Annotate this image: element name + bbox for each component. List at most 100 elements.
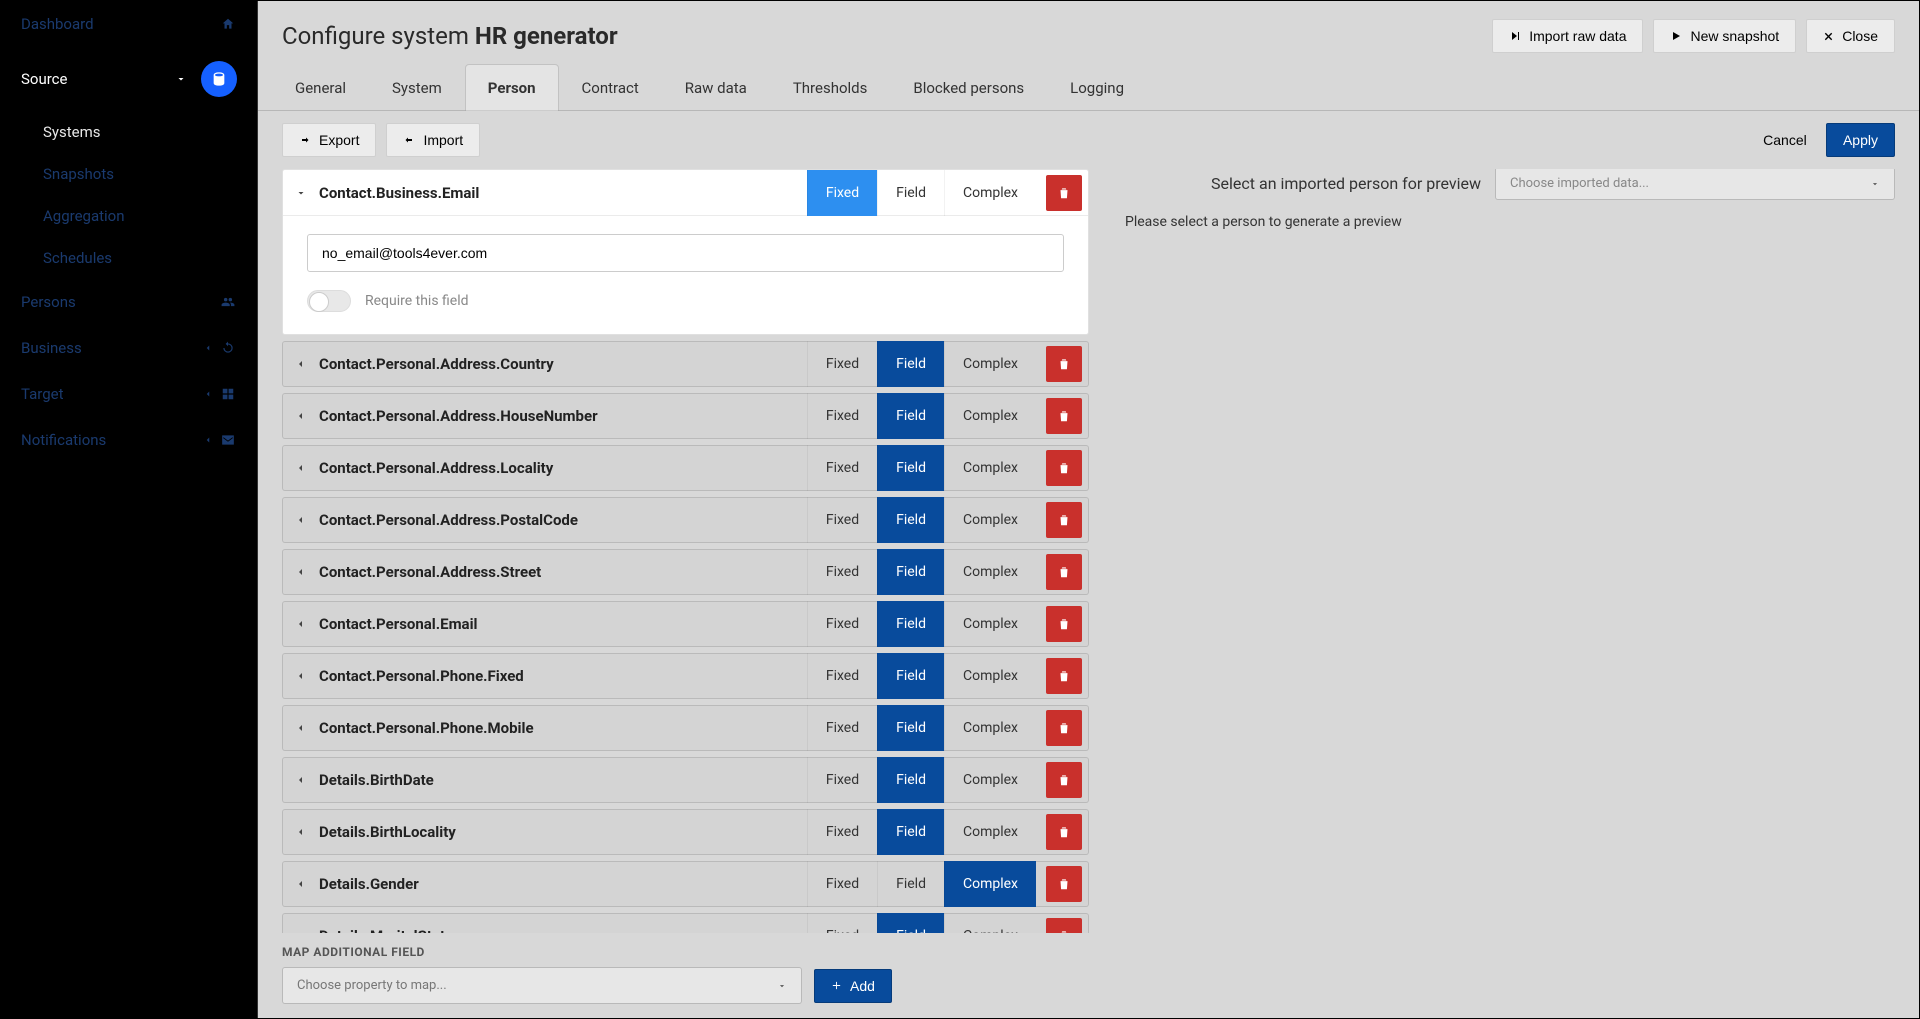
field-row-header[interactable]: Contact.Personal.Address.Locality	[283, 459, 807, 477]
delete-field-button[interactable]	[1046, 554, 1082, 590]
type-field-button[interactable]: Field	[877, 705, 944, 751]
type-complex-button[interactable]: Complex	[944, 549, 1036, 595]
type-complex-button[interactable]: Complex	[944, 913, 1036, 933]
tab-blocked-persons[interactable]: Blocked persons	[890, 64, 1047, 111]
type-field-button[interactable]: Field	[877, 913, 944, 933]
subnav-snapshots[interactable]: Snapshots	[43, 153, 257, 195]
type-complex-button[interactable]: Complex	[944, 497, 1036, 543]
field-row-header[interactable]: Contact.Personal.Address.HouseNumber	[283, 407, 807, 425]
delete-field-button[interactable]	[1046, 658, 1082, 694]
type-fixed-button[interactable]: Fixed	[807, 445, 877, 491]
type-field-button[interactable]: Field	[877, 393, 944, 439]
type-complex-button[interactable]: Complex	[944, 601, 1036, 647]
type-fixed-button[interactable]: Fixed	[807, 705, 877, 751]
type-field-button[interactable]: Field	[877, 653, 944, 699]
delete-field-button[interactable]	[1046, 710, 1082, 746]
import-icon	[403, 134, 415, 146]
tab-person[interactable]: Person	[465, 64, 559, 111]
import-button[interactable]: Import	[386, 123, 480, 157]
nav-business[interactable]: Business	[1, 325, 257, 371]
field-row-header[interactable]: Details.BirthDate	[283, 771, 807, 789]
type-fixed-button[interactable]: Fixed	[807, 653, 877, 699]
add-field-button[interactable]: Add	[814, 969, 892, 1003]
type-field-button[interactable]: Field	[877, 861, 944, 907]
fixed-value-input[interactable]	[307, 234, 1064, 272]
nav-source[interactable]: Source	[1, 47, 257, 111]
nav-dashboard[interactable]: Dashboard	[1, 1, 257, 47]
delete-field-button[interactable]	[1046, 450, 1082, 486]
nav-notifications[interactable]: Notifications	[1, 417, 257, 463]
delete-field-button[interactable]	[1046, 762, 1082, 798]
chevron-down-icon	[295, 187, 309, 199]
tab-contract[interactable]: Contract	[559, 64, 662, 111]
field-row-header[interactable]: Details.Gender	[283, 875, 807, 893]
field-row-header[interactable]: Contact.Personal.Phone.Mobile	[283, 719, 807, 737]
field-name: Details.BirthDate	[319, 771, 434, 789]
type-complex-button[interactable]: Complex	[944, 653, 1036, 699]
field-list[interactable]: Contact.Business.Email Fixed Field Compl…	[282, 169, 1097, 933]
export-button[interactable]: Export	[282, 123, 376, 157]
type-field-button[interactable]: Field	[877, 601, 944, 647]
field-row-header[interactable]: Contact.Personal.Address.Street	[283, 563, 807, 581]
type-fixed-button[interactable]: Fixed	[807, 809, 877, 855]
map-property-select[interactable]: Choose property to map...	[282, 967, 802, 1004]
subnav-schedules[interactable]: Schedules	[43, 237, 257, 279]
type-fixed-button[interactable]: Fixed	[807, 861, 877, 907]
type-field-button[interactable]: Field	[877, 757, 944, 803]
preview-person-select[interactable]: Choose imported data...	[1495, 169, 1895, 200]
apply-button[interactable]: Apply	[1826, 123, 1895, 157]
tab-general[interactable]: General	[272, 64, 369, 111]
subnav-systems[interactable]: Systems	[43, 111, 257, 153]
type-complex-button[interactable]: Complex	[944, 861, 1036, 907]
type-complex-button[interactable]: Complex	[944, 393, 1036, 439]
field-row-header[interactable]: Contact.Personal.Email	[283, 615, 807, 633]
tab-raw-data[interactable]: Raw data	[662, 64, 770, 111]
nav-persons[interactable]: Persons	[1, 279, 257, 325]
close-button[interactable]: Close	[1806, 19, 1895, 53]
type-fixed-button[interactable]: Fixed	[807, 341, 877, 387]
import-raw-button[interactable]: Import raw data	[1492, 19, 1643, 53]
type-fixed-button[interactable]: Fixed	[807, 549, 877, 595]
type-field-button[interactable]: Field	[877, 549, 944, 595]
delete-field-button[interactable]	[1046, 866, 1082, 902]
type-fixed-button[interactable]: Fixed	[807, 170, 877, 216]
field-row-header[interactable]: Contact.Personal.Address.Country	[283, 355, 807, 373]
delete-field-button[interactable]	[1046, 346, 1082, 382]
delete-field-button[interactable]	[1046, 398, 1082, 434]
tab-logging[interactable]: Logging	[1047, 64, 1147, 111]
type-fixed-button[interactable]: Fixed	[807, 393, 877, 439]
field-row-header[interactable]: Contact.Personal.Phone.Fixed	[283, 667, 807, 685]
field-row-header[interactable]: Contact.Personal.Address.PostalCode	[283, 511, 807, 529]
tab-system[interactable]: System	[369, 64, 465, 111]
type-fixed-button[interactable]: Fixed	[807, 601, 877, 647]
type-fixed-button[interactable]: Fixed	[807, 497, 877, 543]
type-complex-button[interactable]: Complex	[944, 757, 1036, 803]
type-fixed-button[interactable]: Fixed	[807, 757, 877, 803]
type-complex-button[interactable]: Complex	[944, 809, 1036, 855]
type-complex-button[interactable]: Complex	[944, 170, 1036, 216]
type-field-button[interactable]: Field	[877, 170, 944, 216]
type-complex-button[interactable]: Complex	[944, 341, 1036, 387]
type-fixed-button[interactable]: Fixed	[807, 913, 877, 933]
tab-thresholds[interactable]: Thresholds	[770, 64, 891, 111]
trash-icon	[1057, 409, 1071, 423]
delete-field-button[interactable]	[1046, 918, 1082, 933]
delete-field-button[interactable]	[1046, 175, 1082, 211]
type-complex-button[interactable]: Complex	[944, 445, 1036, 491]
field-row-header[interactable]: Details.BirthLocality	[283, 823, 807, 841]
type-field-button[interactable]: Field	[877, 445, 944, 491]
type-field-button[interactable]: Field	[877, 497, 944, 543]
type-field-button[interactable]: Field	[877, 809, 944, 855]
delete-field-button[interactable]	[1046, 502, 1082, 538]
type-field-button[interactable]: Field	[877, 341, 944, 387]
field-row-header[interactable]: Contact.Business.Email	[283, 184, 807, 202]
subnav-aggregation[interactable]: Aggregation	[43, 195, 257, 237]
type-complex-button[interactable]: Complex	[944, 705, 1036, 751]
cancel-button[interactable]: Cancel	[1747, 124, 1823, 156]
delete-field-button[interactable]	[1046, 606, 1082, 642]
new-snapshot-button[interactable]: New snapshot	[1653, 19, 1796, 53]
require-toggle[interactable]	[307, 290, 351, 312]
chevron-left-icon	[295, 878, 309, 890]
delete-field-button[interactable]	[1046, 814, 1082, 850]
nav-target[interactable]: Target	[1, 371, 257, 417]
